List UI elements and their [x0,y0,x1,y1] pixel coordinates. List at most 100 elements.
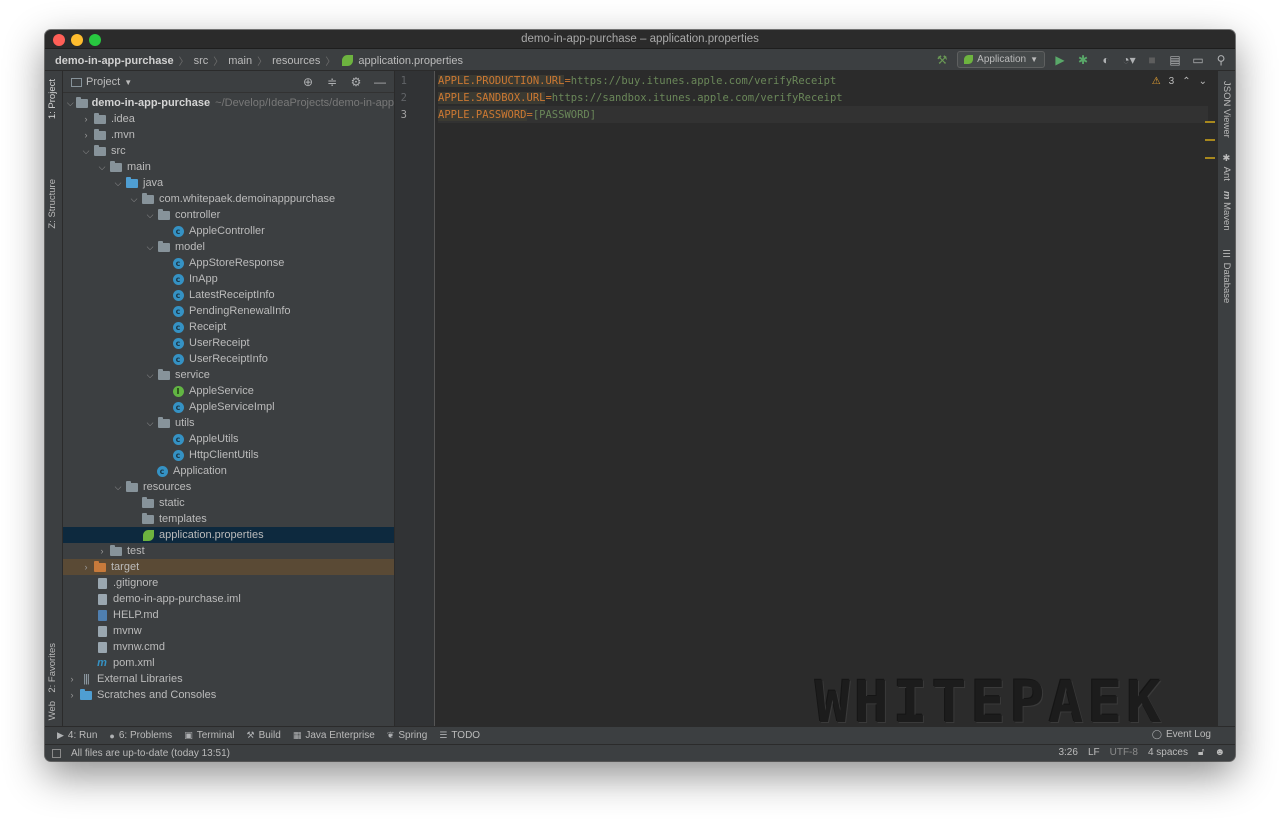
tab-json-viewer[interactable]: JSON Viewer [1221,81,1232,138]
tree-item-target[interactable]: › target [63,559,394,575]
indent-setting[interactable]: 4 spaces [1148,747,1188,758]
tree-item-apple-controller[interactable]: c AppleController [63,223,394,239]
tree-item-gitignore[interactable]: .gitignore [63,575,394,591]
chevron-right-icon[interactable]: › [79,114,93,124]
breadcrumb-main[interactable]: main [228,55,252,67]
chevron-down-icon[interactable]: ⌵ [143,242,157,253]
tree-item-http-client-utils[interactable]: c HttpClientUtils [63,447,394,463]
inspection-widget[interactable]: ⚠ 3 ⌃ ⌄ [1152,76,1207,87]
chevron-right-icon[interactable]: › [65,674,79,684]
tree-item-java[interactable]: ⌵ java [63,175,394,191]
chevron-down-icon[interactable]: ⌵ [143,210,157,221]
tree-item-user-receipt-info[interactable]: c UserReceiptInfo [63,351,394,367]
file-encoding[interactable]: UTF-8 [1110,747,1138,758]
tree-item-resources[interactable]: ⌵ resources [63,479,394,495]
inspector-icon[interactable]: ☻ [1214,747,1225,758]
chevron-down-icon[interactable]: ⌵ [127,194,141,205]
presentation-mode-icon[interactable]: ▭ [1190,52,1206,68]
editor[interactable]: 1 2 3 APPLE.PRODUCTION.URL = https://buy.i… [395,71,1217,736]
tool-problems-button[interactable]: ● 6: Problems [109,730,172,741]
status-message[interactable]: All files are up-to-date (today 13:51) [71,748,230,759]
tree-item-latest-receipt-info[interactable]: c LatestReceiptInfo [63,287,394,303]
tree-item-apple-service-impl[interactable]: c AppleServiceImpl [63,399,394,415]
tree-item-templates[interactable]: templates [63,511,394,527]
tree-item-mvnw-cmd[interactable]: mvnw.cmd [63,639,394,655]
tree-item-pending-renewal-info[interactable]: c PendingRenewalInfo [63,303,394,319]
search-everywhere-icon[interactable]: ⚲ [1213,52,1229,68]
tree-item-apple-utils[interactable]: c AppleUtils [63,431,394,447]
tree-item-apple-service[interactable]: I AppleService [63,383,394,399]
chevron-right-icon[interactable]: › [79,130,93,140]
tree-item-app-store-response[interactable]: c AppStoreResponse [63,255,394,271]
stop-icon[interactable]: ■ [1144,52,1160,68]
chevron-down-icon[interactable]: ⌵ [111,482,125,493]
tree-item-static[interactable]: static [63,495,394,511]
chevron-right-icon[interactable]: › [65,690,79,700]
project-structure-icon[interactable]: ▤ [1167,52,1183,68]
collapse-all-icon[interactable]: ≑ [324,74,340,90]
chevron-right-icon[interactable]: › [95,546,109,556]
project-view-select[interactable]: Project ▼ [71,76,132,88]
error-stripe-marker[interactable] [1205,121,1215,123]
gear-icon[interactable]: ⚙ [348,74,364,90]
tree-item-controller[interactable]: ⌵ controller [63,207,394,223]
chevron-down-icon[interactable]: ⌵ [65,98,76,109]
tab-database[interactable]: ☰ Database [1221,249,1232,303]
tree-item-iml[interactable]: demo-in-app-purchase.iml [63,591,394,607]
tree-item-mvn[interactable]: › .mvn [63,127,394,143]
error-stripe-marker[interactable] [1205,139,1215,141]
tool-java-enterprise-button[interactable]: ▦ Java Enterprise [293,730,375,741]
tree-item-test[interactable]: › test [63,543,394,559]
event-log-button[interactable]: ◯ Event Log [1152,729,1211,740]
tab-maven[interactable]: m Maven [1221,191,1232,231]
tree-item-package[interactable]: ⌵ com.whitepaek.demoinapppurchase [63,191,394,207]
lock-icon[interactable]: 🔓︎ [1198,747,1204,758]
build-hammer-icon[interactable]: ⚒ [934,52,950,68]
coverage-icon[interactable]: ◐ [1098,52,1114,68]
chevron-right-icon[interactable]: › [79,562,93,572]
chevron-down-icon[interactable]: ⌵ [95,162,109,173]
tree-item-in-app[interactable]: c InApp [63,271,394,287]
run-configuration-select[interactable]: Application ▼ [957,51,1045,68]
breadcrumb-resources[interactable]: resources [272,55,320,67]
tree-item-help[interactable]: HELP.md [63,607,394,623]
tool-build-button[interactable]: ⚒ Build [247,730,281,741]
tree-item-scratches[interactable]: › Scratches and Consoles [63,687,394,703]
tree-item-root[interactable]: ⌵ demo-in-app-purchase ~/Develop/IdeaPro… [63,95,394,111]
line-separator[interactable]: LF [1088,747,1100,758]
tree-item-mvnw[interactable]: mvnw [63,623,394,639]
chevron-down-icon[interactable]: ⌵ [143,418,157,429]
tree-item-idea[interactable]: › .idea [63,111,394,127]
tool-spring-button[interactable]: ❦ Spring [387,730,427,741]
chevron-up-icon[interactable]: ⌃ [1182,76,1190,87]
hide-icon[interactable]: — [372,74,388,90]
tree-item-src[interactable]: ⌵ src [63,143,394,159]
toggle-tool-windows-icon[interactable] [52,749,61,758]
code-line[interactable]: APPLE.PRODUCTION.URL = https://buy.itunes.… [438,72,836,89]
tab-favorites[interactable]: 2: Favorites [47,643,58,693]
tab-structure[interactable]: Z: Structure [47,179,58,229]
tool-terminal-button[interactable]: ▣ Terminal [184,730,234,741]
tree-item-application-properties[interactable]: application.properties [63,527,394,543]
chevron-down-icon[interactable]: ⌵ [143,370,157,381]
locate-icon[interactable]: ⊕ [300,74,316,90]
debug-icon[interactable]: ✱ [1075,52,1091,68]
tree-item-receipt[interactable]: c Receipt [63,319,394,335]
tree-item-service[interactable]: ⌵ service [63,367,394,383]
chevron-down-icon[interactable]: ⌵ [79,146,93,157]
tab-project[interactable]: 1: Project [47,79,58,119]
tree-item-external-libraries[interactable]: › ||| External Libraries [63,671,394,687]
tree-item-application[interactable]: c Application [63,463,394,479]
tool-run-button[interactable]: ▶ 4: Run [57,730,97,741]
breadcrumb-src[interactable]: src [194,55,209,67]
breadcrumb-project[interactable]: demo-in-app-purchase [55,55,174,67]
run-icon[interactable]: ▶ [1052,52,1068,68]
tree-item-main[interactable]: ⌵ main [63,159,394,175]
tab-web[interactable]: Web [47,701,58,720]
code-line-current[interactable]: APPLE.PASSWORD = [PASSWORD] [438,106,1208,123]
tree-item-pom[interactable]: m pom.xml [63,655,394,671]
tree-item-model[interactable]: ⌵ model [63,239,394,255]
code-line[interactable]: APPLE.SANDBOX.URL = https://sandbox.itunes… [438,89,843,106]
profile-icon[interactable]: ◔▾ [1121,52,1137,68]
error-stripe-marker[interactable] [1205,157,1215,159]
